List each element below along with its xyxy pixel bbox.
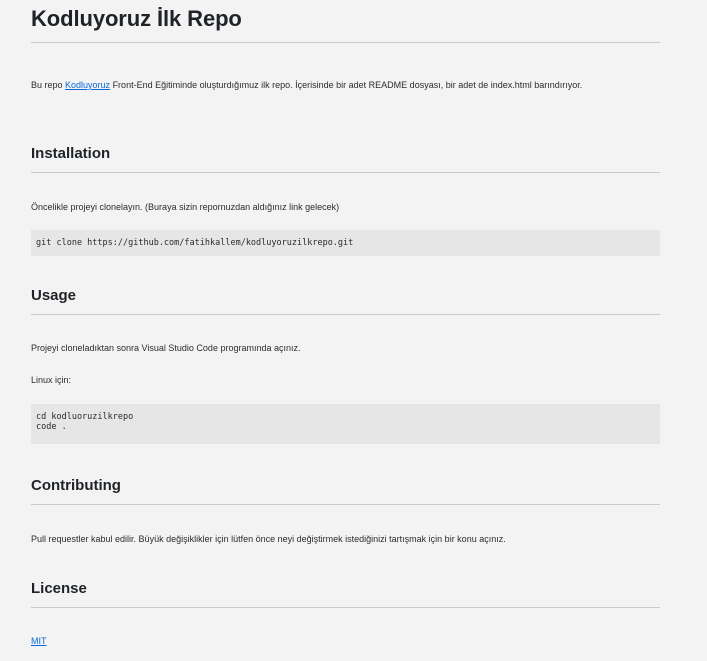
license-heading: License <box>31 580 87 597</box>
installation-code-block: git clone https://github.com/fatihkallem… <box>31 230 660 256</box>
usage-heading: Usage <box>31 287 77 304</box>
installation-text: Öncelikle projeyi clonelayın. (Buraya si… <box>31 202 340 212</box>
title-divider <box>31 42 660 43</box>
installation-divider <box>31 172 660 173</box>
license-divider <box>31 607 660 608</box>
mit-license-link[interactable]: MIT <box>31 636 47 646</box>
usage-text: Projeyi cloneladıktan sonra Visual Studi… <box>31 343 301 353</box>
usage-linux-label: Linux için: <box>31 375 72 385</box>
code-command: code . <box>36 422 67 432</box>
intro-paragraph: Bu repo Kodluyoruz Front-End Eğitiminde … <box>31 78 660 92</box>
git-clone-command: git clone https://github.com/fatihkallem… <box>36 238 354 248</box>
contributing-text: Pull requestler kabul edilir. Büyük deği… <box>31 534 506 544</box>
license-paragraph: MIT <box>31 634 660 648</box>
contributing-heading: Contributing <box>31 477 121 494</box>
contributing-divider <box>31 504 660 505</box>
readme-document: Kodluyoruz İlk Repo Bu repo Kodluyoruz F… <box>0 0 707 661</box>
page-title: Kodluyoruz İlk Repo <box>31 6 242 31</box>
cd-command: cd kodluoruzilkrepo <box>36 412 134 422</box>
intro-text-before: Bu repo <box>31 80 66 90</box>
usage-divider <box>31 314 660 315</box>
intro-text-after: Front-End Eğitiminde oluşturdığımuz ilk … <box>110 80 583 90</box>
kodluyoruz-link[interactable]: Kodluyoruz <box>65 80 110 90</box>
installation-heading: Installation <box>31 145 111 162</box>
usage-code-block: cd kodluoruzilkrepo code . <box>31 404 660 444</box>
